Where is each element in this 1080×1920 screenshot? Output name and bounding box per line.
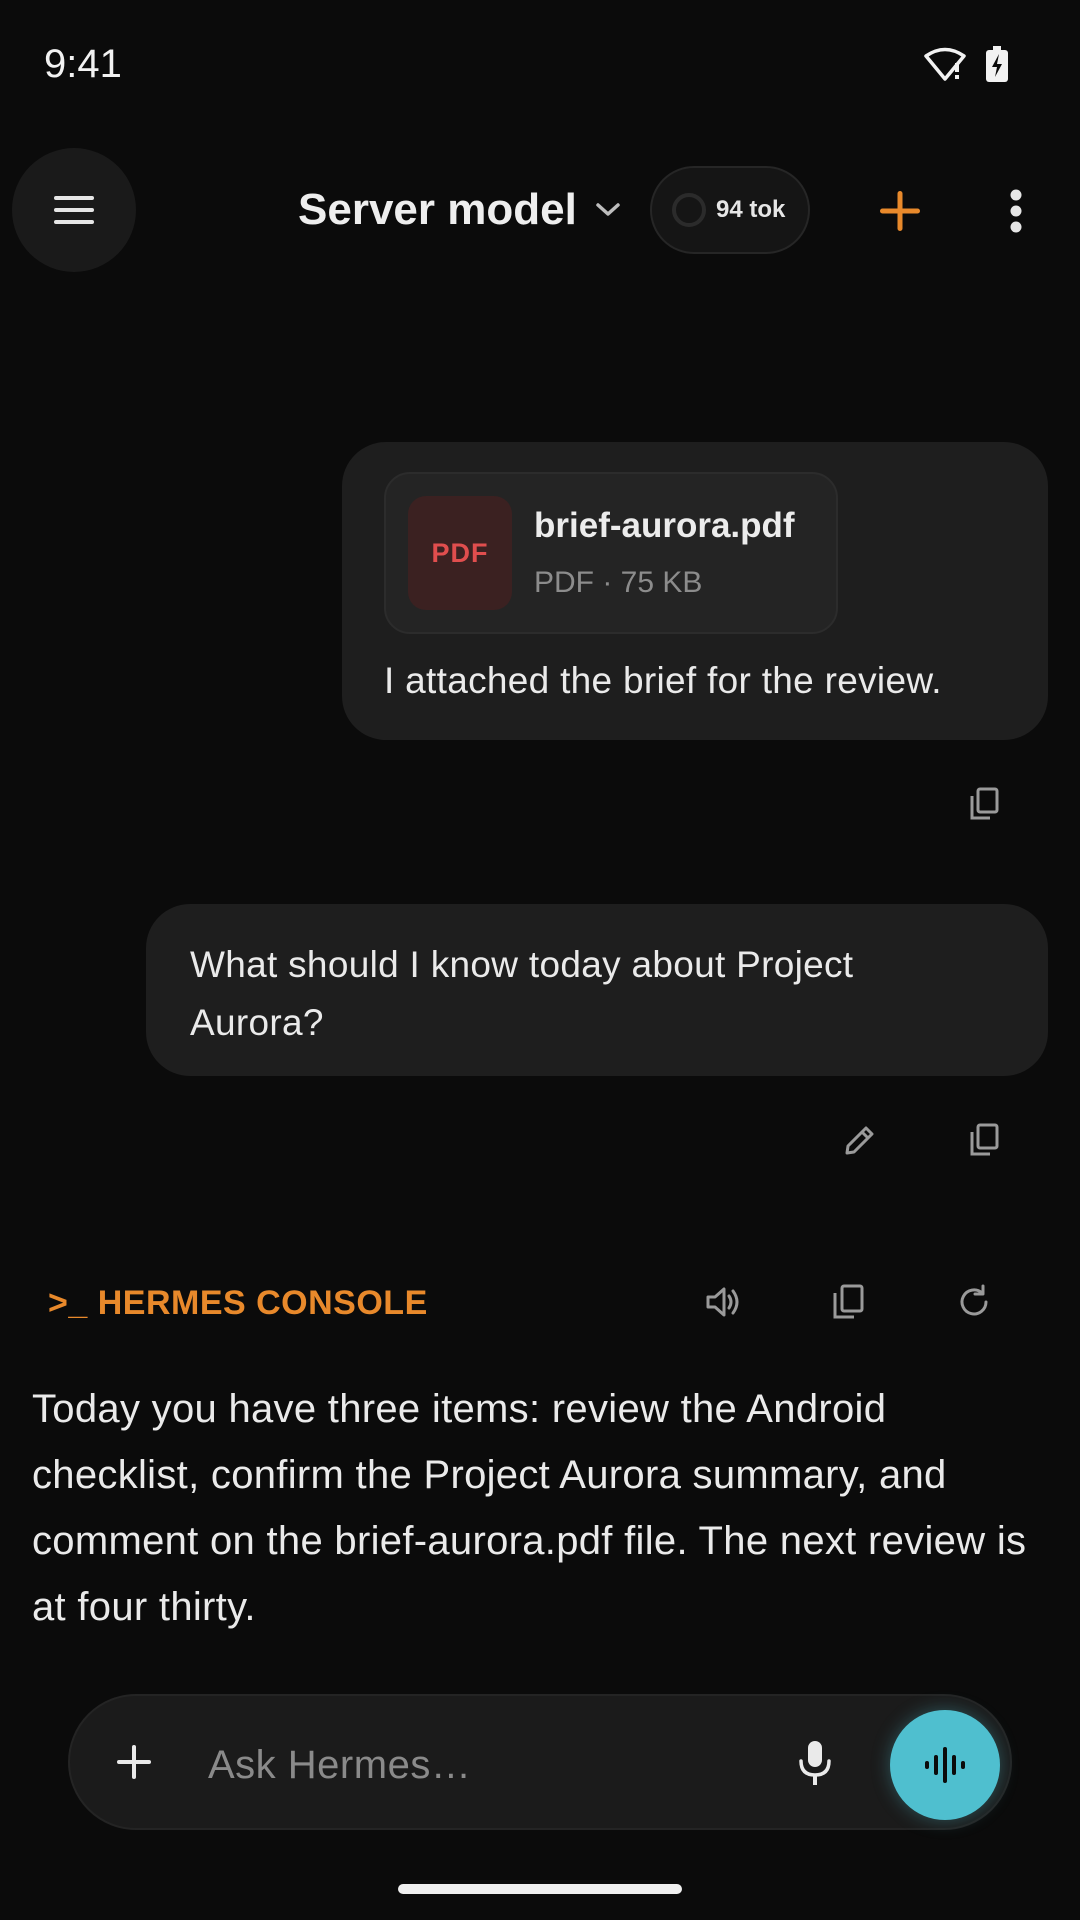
plus-icon	[878, 189, 922, 233]
pdf-file-icon: PDF	[408, 496, 512, 610]
attachment-card[interactable]: PDF brief-aurora.pdf PDF · 75 KB	[384, 472, 838, 634]
battery-icon	[986, 46, 1008, 82]
token-progress-ring	[672, 193, 706, 227]
user-message-bubble: What should I know today about Project A…	[146, 904, 1048, 1076]
chevron-down-icon	[595, 202, 621, 218]
more-vert-icon	[1009, 189, 1023, 233]
model-label: Server model	[298, 185, 577, 234]
token-counter[interactable]: 94 tok	[650, 166, 810, 254]
voice-mode-button[interactable]	[890, 1710, 1000, 1820]
attachment-filename: brief-aurora.pdf	[534, 506, 795, 545]
status-time: 9:41	[44, 42, 122, 86]
menu-icon	[54, 195, 94, 225]
message-text: I attached the brief for the review.	[384, 660, 942, 701]
status-icons	[924, 46, 1008, 82]
copy-response-button[interactable]	[816, 1270, 880, 1334]
new-chat-button[interactable]	[860, 176, 940, 246]
mic-icon	[797, 1739, 833, 1787]
copy-message-button[interactable]	[952, 1108, 1016, 1172]
edit-message-button[interactable]	[828, 1108, 892, 1172]
plus-icon	[115, 1743, 153, 1781]
home-indicator[interactable]	[398, 1884, 682, 1894]
copy-message-button[interactable]	[952, 772, 1016, 836]
wifi-icon	[924, 47, 966, 81]
waveform-icon	[923, 1745, 967, 1785]
chat-input[interactable]	[206, 1734, 750, 1796]
more-options-button[interactable]	[990, 176, 1042, 246]
read-aloud-button[interactable]	[692, 1270, 756, 1334]
menu-button[interactable]	[12, 148, 136, 272]
edit-icon	[843, 1123, 877, 1157]
refresh-icon	[956, 1284, 992, 1320]
regenerate-button[interactable]	[942, 1270, 1006, 1334]
copy-icon	[969, 787, 999, 821]
model-selector[interactable]: Server model	[298, 180, 621, 240]
assistant-label: >_ HERMES CONSOLE	[48, 1284, 428, 1322]
copy-icon	[832, 1284, 864, 1320]
speaker-icon	[705, 1285, 743, 1319]
mic-button[interactable]	[784, 1732, 846, 1794]
token-count: 94 tok	[716, 196, 786, 223]
attach-button[interactable]	[104, 1732, 164, 1792]
copy-icon	[969, 1123, 999, 1157]
attachment-meta: PDF · 75 KB	[534, 566, 703, 599]
message-text: What should I know today about Project A…	[190, 944, 854, 1043]
assistant-message-text: Today you have three items: review the A…	[32, 1387, 1027, 1629]
user-message-bubble: PDF brief-aurora.pdf PDF · 75 KB I attac…	[342, 442, 1048, 740]
